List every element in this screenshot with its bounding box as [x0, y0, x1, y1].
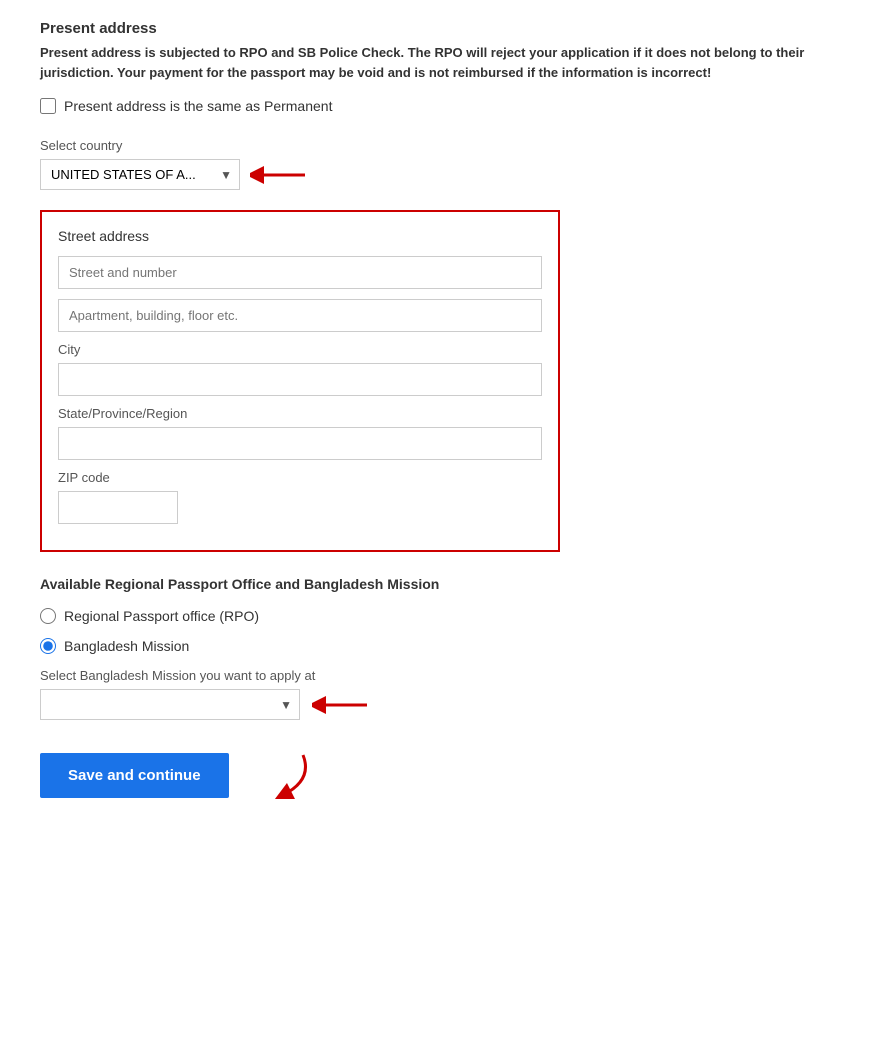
mission-arrow-indicator-icon [312, 691, 372, 719]
apartment-input[interactable] [58, 299, 542, 332]
street-address-box-title: Street address [58, 228, 542, 244]
mission-label: Bangladesh Mission [64, 638, 189, 654]
country-label: Select country [40, 138, 829, 153]
zip-label: ZIP code [58, 470, 542, 485]
rpo-radio[interactable] [40, 608, 56, 624]
street-address-box: Street address City State/Province/Regio… [40, 210, 560, 552]
state-label: State/Province/Region [58, 406, 542, 421]
city-input[interactable] [58, 363, 542, 396]
country-select[interactable]: UNITED STATES OF A... [40, 159, 240, 190]
save-continue-button[interactable]: Save and continue [40, 753, 229, 798]
rpo-label: Regional Passport office (RPO) [64, 608, 259, 624]
section-description: Present address is subjected to RPO and … [40, 43, 829, 82]
same-as-permanent-label: Present address is the same as Permanent [64, 98, 332, 114]
mission-select[interactable] [40, 689, 300, 720]
state-input[interactable] [58, 427, 542, 460]
mission-radio[interactable] [40, 638, 56, 654]
street-number-input[interactable] [58, 256, 542, 289]
country-arrow-indicator-icon [250, 161, 310, 189]
available-section-title: Available Regional Passport Office and B… [40, 576, 829, 592]
zip-input[interactable] [58, 491, 178, 524]
save-button-arrow-icon [243, 750, 313, 800]
section-title: Present address [40, 20, 829, 37]
city-label: City [58, 342, 542, 357]
mission-select-label: Select Bangladesh Mission you want to ap… [40, 668, 829, 683]
same-as-permanent-checkbox[interactable] [40, 98, 56, 114]
